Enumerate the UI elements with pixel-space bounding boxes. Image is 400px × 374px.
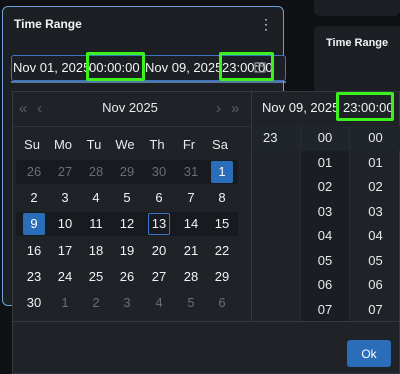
calendar-day[interactable]: 28 [180,266,202,288]
minute-option[interactable]: 04 [301,224,349,249]
calendar-day[interactable]: 14 [180,213,202,235]
calendar-day[interactable]: 16 [23,240,45,262]
calendar-day[interactable]: 2 [23,187,45,209]
ok-button[interactable]: Ok [347,340,391,367]
weekday-label: Mo [53,137,73,152]
time-header-highlight [336,92,394,121]
minute-option[interactable]: 05 [301,249,349,274]
calendar-day[interactable]: 28 [85,161,107,183]
minute-option[interactable]: 07 [301,298,349,322]
minute-option[interactable]: 06 [301,273,349,298]
calendar-day[interactable]: 29 [116,161,138,183]
prev-month-button[interactable]: ‹ [37,100,42,117]
calendar-day[interactable]: 10 [54,213,76,235]
picker-footer-divider [12,321,400,322]
calendar-day[interactable]: 3 [116,292,138,314]
weekday-label: Sa [212,137,228,152]
calendar-day[interactable]: 27 [148,266,170,288]
seconds-column[interactable]: 00 01 02 03 04 05 06 07 [349,126,400,321]
calendar-day[interactable]: 24 [54,266,76,288]
second-option[interactable]: 06 [350,273,400,298]
calendar-day[interactable]: 17 [54,240,76,262]
calendar-day[interactable]: 30 [148,161,170,183]
month-label[interactable]: Nov 2025 [100,100,160,115]
calendar-day[interactable]: 12 [116,213,138,235]
second-option[interactable]: 01 [350,151,400,176]
minute-option[interactable]: 01 [301,151,349,176]
second-option[interactable]: 05 [350,249,400,274]
calendar-day[interactable]: 15 [211,213,233,235]
calendar-day[interactable]: 26 [116,266,138,288]
minute-option[interactable]: 00 [301,126,349,151]
end-time-highlight [219,52,274,81]
hour-option[interactable]: 23 [252,126,300,151]
minutes-column[interactable]: 00 01 02 03 04 05 06 07 [300,126,349,321]
next-year-button[interactable]: » [231,100,239,117]
calendar-day[interactable]: 6 [211,292,233,314]
weekday-label: Su [24,137,40,152]
card-title: Time Range [14,17,82,31]
calendar-day[interactable]: 9 [23,213,45,235]
calendar-day[interactable]: 19 [116,240,138,262]
second-option[interactable]: 03 [350,200,400,225]
calendar-day[interactable]: 18 [85,240,107,262]
next-month-button[interactable]: › [216,100,221,117]
calendar-day[interactable]: 4 [148,292,170,314]
second-option[interactable]: 02 [350,175,400,200]
weekday-label: Tu [86,137,102,152]
start-time-highlight [86,52,145,81]
weekday-label: We [115,137,135,152]
calendar-day[interactable]: 21 [180,240,202,262]
end-date-text: Nov 09, 2025 [145,60,223,75]
prev-year-button[interactable]: « [19,100,27,117]
calendar-day[interactable]: 8 [211,187,233,209]
second-option[interactable]: 00 [350,126,400,151]
calendar-day[interactable]: 1 [211,161,233,183]
calendar-day[interactable]: 22 [211,240,233,262]
calendar-day[interactable]: 26 [23,161,45,183]
calendar-day[interactable]: 5 [116,187,138,209]
time-header-date: Nov 09, 2025 [262,100,340,115]
minute-option[interactable]: 02 [301,175,349,200]
calendar-day[interactable]: 1 [54,292,76,314]
second-option[interactable]: 04 [350,224,400,249]
calendar-day[interactable]: 23 [23,266,45,288]
calendar-day[interactable]: 20 [148,240,170,262]
calendar-day[interactable]: 6 [148,187,170,209]
kebab-menu-icon[interactable]: ⋮ [259,16,273,32]
second-option[interactable]: 07 [350,298,400,322]
calendar-day[interactable]: 30 [23,292,45,314]
calendar-day[interactable]: 27 [54,161,76,183]
calendar-day[interactable]: 2 [85,292,107,314]
weekday-label: Fr [182,137,196,152]
calendar-day[interactable]: 13 [148,213,170,235]
background-panel [314,0,400,16]
minute-option[interactable]: 03 [301,200,349,225]
start-date-text: Nov 01, 2025 [13,60,91,75]
calendar-day[interactable]: 5 [180,292,202,314]
calendar-day[interactable]: 3 [54,187,76,209]
calendar-day[interactable]: 29 [211,266,233,288]
weekday-label: Th [149,137,165,152]
hours-column[interactable]: 23 [252,126,300,321]
calendar-day[interactable]: 11 [85,213,107,235]
calendar-day[interactable]: 31 [180,161,202,183]
calendar-day[interactable]: 7 [180,187,202,209]
calendar-day[interactable]: 4 [85,187,107,209]
card-title-secondary: Time Range [326,37,389,49]
calendar-day[interactable]: 25 [85,266,107,288]
